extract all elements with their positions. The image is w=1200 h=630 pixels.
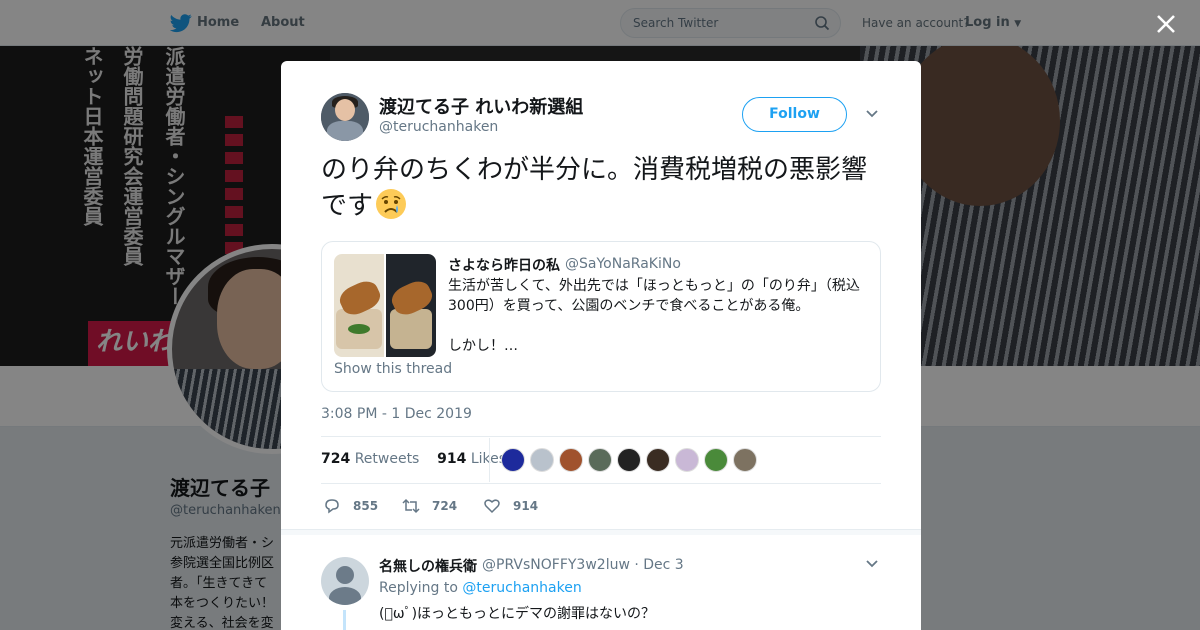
quoted-author-handle: @SaYoNaRaKiNo xyxy=(565,256,681,272)
quoted-image[interactable] xyxy=(334,254,384,357)
follow-button[interactable]: Follow xyxy=(742,97,847,132)
liker-avatar[interactable] xyxy=(646,448,670,472)
retweets-label[interactable]: Retweets xyxy=(355,451,420,467)
tweet-modal: 渡辺てる子 れいわ新選組 @teruchanhaken Follow のり弁のち… xyxy=(281,61,921,630)
reply-icon xyxy=(325,499,339,514)
author-avatar[interactable] xyxy=(321,93,369,141)
replies-divider xyxy=(281,529,921,535)
reply-author-handle[interactable]: @PRVsNOFFY3w2luw · Dec 3 xyxy=(482,557,684,573)
reply-text: (ﾟωﾟ)ほっともっとにデマの謝罪はないの？ xyxy=(379,606,656,622)
tweet-stats: 724 Retweets 914 Likes xyxy=(321,451,506,467)
retweet-count[interactable]: 724 xyxy=(321,451,350,467)
stats-separator xyxy=(489,438,490,482)
quoted-image[interactable] xyxy=(386,254,436,357)
retweet-icon xyxy=(402,498,420,514)
mention-link[interactable]: @teruchanhaken xyxy=(462,580,581,596)
tweet-text: のり弁のちくわが半分に。消費税増税の悪影響です xyxy=(321,153,891,224)
close-icon[interactable] xyxy=(1154,12,1178,36)
author-handle[interactable]: @teruchanhaken xyxy=(379,119,498,135)
retweet-action-count: 724 xyxy=(432,499,458,513)
quoted-tweet-card[interactable]: さよなら昨日の私 @SaYoNaRaKiNo 生活が苦しくて、外出先では「ほっと… xyxy=(321,241,881,392)
liker-avatar[interactable] xyxy=(733,448,757,472)
liker-avatar[interactable] xyxy=(501,448,525,472)
liker-avatar[interactable] xyxy=(617,448,641,472)
reply-count: 855 xyxy=(353,499,379,513)
liker-avatar[interactable] xyxy=(530,448,554,472)
liker-avatar[interactable] xyxy=(675,448,699,472)
reply-author-name[interactable]: 名無しの権兵衛 xyxy=(379,556,477,576)
quoted-text: 生活が苦しくて、外出先では「ほっともっと」の「のり弁」（税込300円）を買って、… xyxy=(448,278,860,354)
crying-face-icon xyxy=(376,189,407,219)
replying-to-label: Replying to xyxy=(379,580,458,596)
replying-to: Replying to @teruchanhaken xyxy=(379,580,582,596)
liker-avatar[interactable] xyxy=(559,448,583,472)
show-thread-link[interactable]: Show this thread xyxy=(334,361,452,377)
tweet-timestamp[interactable]: 3:08 PM - 1 Dec 2019 xyxy=(321,406,472,422)
quoted-author-name: さよなら昨日の私 xyxy=(448,258,560,274)
reply-author-avatar[interactable] xyxy=(321,557,369,605)
chevron-down-icon[interactable] xyxy=(865,109,879,119)
thread-line xyxy=(343,610,346,630)
liker-avatar[interactable] xyxy=(588,448,612,472)
liker-avatar[interactable] xyxy=(704,448,728,472)
like-count[interactable]: 914 xyxy=(437,451,466,467)
like-action-count: 914 xyxy=(513,499,539,513)
chevron-down-icon[interactable] xyxy=(865,559,879,569)
divider xyxy=(321,436,881,437)
divider xyxy=(321,483,881,484)
author-name[interactable]: 渡辺てる子 れいわ新選組 xyxy=(379,93,583,119)
heart-icon xyxy=(484,499,500,514)
